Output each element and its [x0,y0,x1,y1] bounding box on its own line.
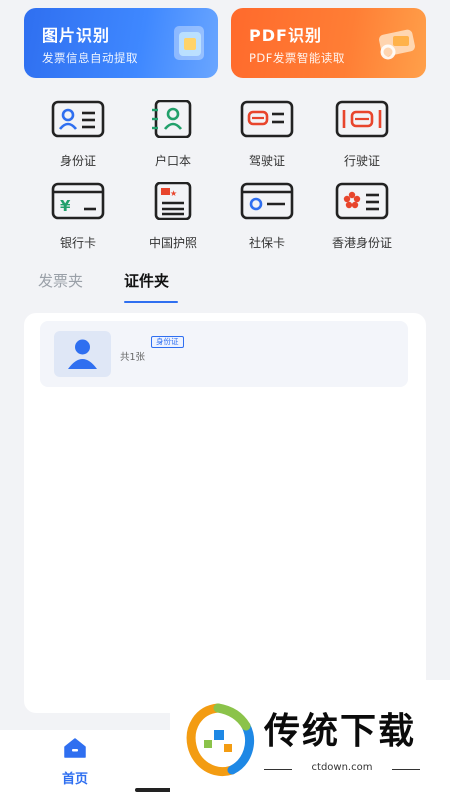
doc-label: 驾驶证 [248,154,285,168]
doc-item-bank-card[interactable]: ¥ 银行卡 [28,182,128,251]
pdf-scan-icon [379,29,415,60]
image-recognition-banner[interactable]: 图片识别 发票信息自动提取 [24,8,218,78]
doc-item-social-security-card[interactable]: 社保卡 [217,182,317,251]
watermark-logo-icon [186,703,254,776]
watermark-url: ctdown.com [311,762,373,773]
image-scan-icon [174,26,204,60]
doc-label: 银行卡 [59,236,96,250]
home-icon [64,738,86,758]
doc-label: 行驶证 [343,154,380,168]
doc-item-hk-id-card[interactable]: 香港身份证 [312,182,412,251]
person-icon [68,339,97,369]
tab-certificate-folder[interactable]: 证件夹 [124,270,169,291]
doc-item-driver-license[interactable]: 驾驶证 [217,100,317,169]
certificate-folder-panel: 身份证 共1张 [24,313,426,713]
watermark: 传统下载 ctdown.com [170,680,450,800]
banner-subtitle: PDF发票智能读取 [249,51,345,65]
doc-item-vehicle-license[interactable]: 行驶证 [312,100,412,169]
household-register-icon [152,99,192,139]
watermark-divider [392,769,420,770]
item-count: 共1张 [120,352,146,363]
banner-subtitle: 发票信息自动提取 [42,51,138,65]
vehicle-license-icon [335,100,389,138]
svg-text:★: ★ [170,189,177,198]
id-card-icon [51,100,105,138]
banner-title: 图片识别 [42,26,111,45]
doc-item-id-card[interactable]: 身份证 [28,100,128,169]
doc-label: 户口本 [154,154,191,168]
tab-invoice-folder[interactable]: 发票夹 [38,270,83,291]
passport-icon: ★ [154,181,192,221]
pdf-recognition-banner[interactable]: PDF识别 PDF发票智能读取 [231,8,426,78]
doc-label: 香港身份证 [331,236,392,250]
banner-title: PDF识别 [249,26,322,45]
doc-label: 中国护照 [148,236,197,250]
nav-label: 首页 [61,772,88,787]
hk-id-card-icon [335,182,389,220]
bank-card-icon: ¥ [51,182,105,220]
driver-license-icon [240,100,294,138]
doc-label: 身份证 [59,154,96,168]
watermark-brand: 传统下载 [264,711,417,752]
active-tab-indicator [124,301,178,303]
doc-item-passport[interactable]: ★ 中国护照 [123,181,223,251]
avatar [54,331,111,377]
social-security-card-icon [240,182,294,220]
folder-card-id-card[interactable]: 身份证 共1张 [40,321,408,387]
svg-text:¥: ¥ [60,197,71,215]
status-badge: 身份证 [151,336,184,348]
doc-label: 社保卡 [248,236,285,250]
doc-item-household-register[interactable]: 户口本 [123,99,223,169]
nav-item-home[interactable]: 首页 [48,738,102,787]
